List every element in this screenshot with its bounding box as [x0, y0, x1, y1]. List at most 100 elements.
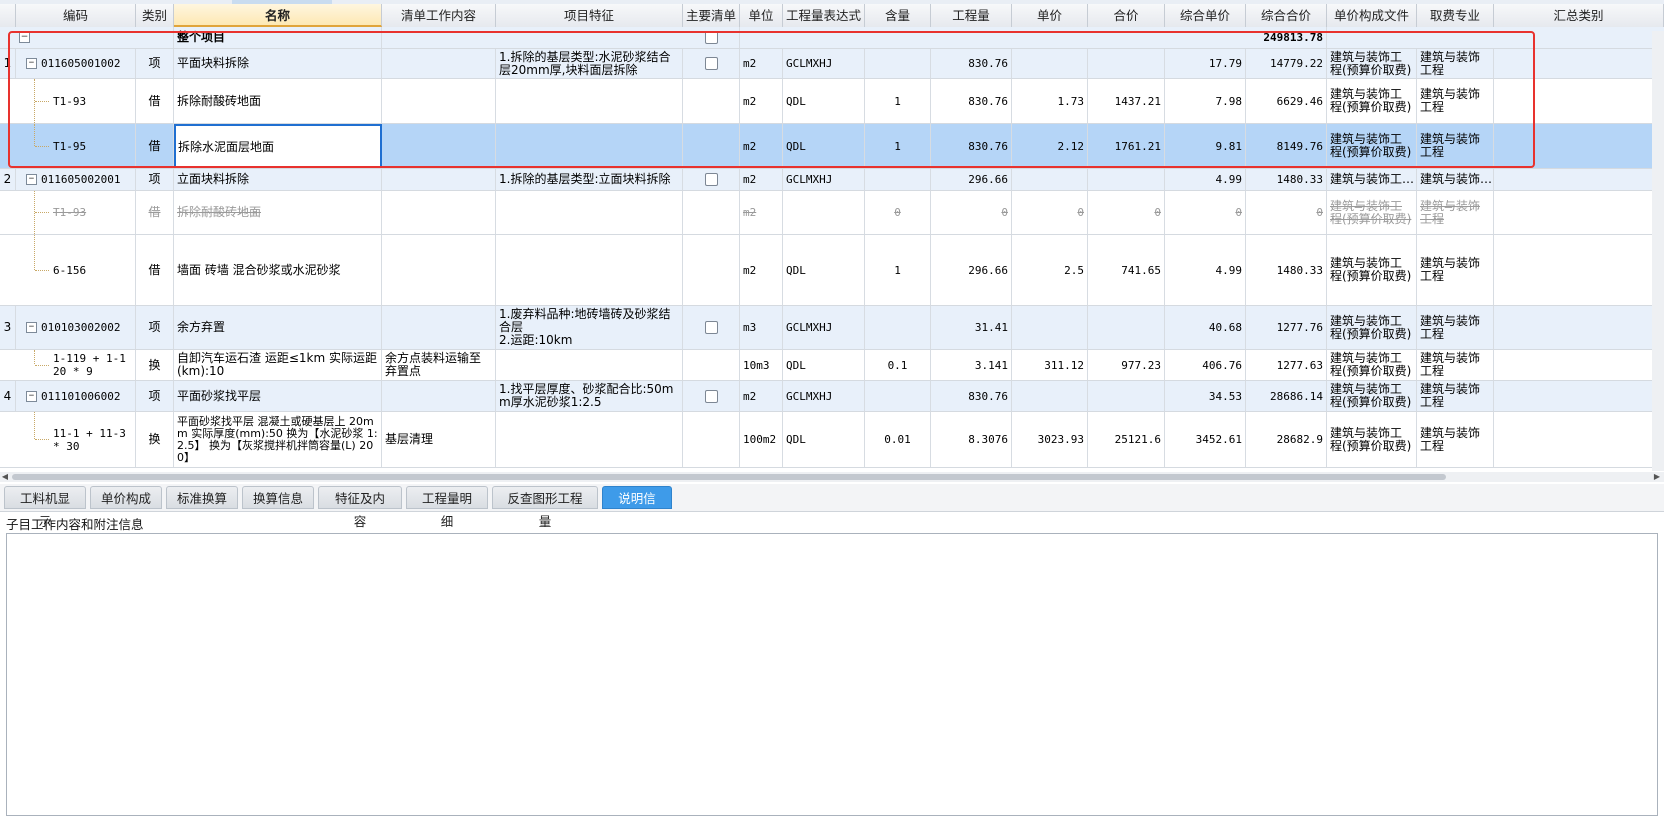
cell-file: 建筑与装饰工程(预算价取费) — [1330, 382, 1412, 409]
tab-standard-conversion[interactable]: 标准换算 — [166, 486, 238, 509]
header-file[interactable]: 单价构成文件 — [1327, 4, 1417, 27]
cell-utotal: 1480.33 — [1246, 235, 1327, 305]
cell-name[interactable]: 平面砂浆找平层 混凝土或硬基层上 20mm 实际厚度(mm):50 换为【水泥砂… — [177, 415, 378, 464]
header-major[interactable]: 取费专业 — [1417, 4, 1494, 27]
cell-code: 011101006002 — [41, 389, 121, 403]
cell-unit: 10m3 — [740, 350, 783, 380]
tab-conversion-info[interactable]: 换算信息 — [242, 486, 314, 509]
collapse-icon[interactable]: − — [26, 322, 37, 333]
collapse-icon[interactable]: − — [26, 58, 37, 69]
header-code[interactable]: 编码 — [16, 4, 136, 27]
main-checkbox[interactable] — [704, 173, 718, 186]
cell-type: 换 — [136, 412, 174, 467]
table-row[interactable]: 1-119 + 1-120 * 9 换 自卸汽车运石渣 运距≤1km 实际运距(… — [0, 350, 1664, 381]
header-work[interactable]: 清单工作内容 — [382, 4, 496, 27]
horizontal-scrollbar[interactable]: ◀ ▶ — [0, 472, 1664, 482]
header-expr[interactable]: 工程量表达式 — [783, 4, 865, 27]
cell-major: 建筑与装饰工程 — [1420, 313, 1481, 341]
row-index: 3 — [0, 306, 16, 349]
cell-utotal: 28686.14 — [1246, 381, 1327, 411]
table-row[interactable]: 11-1 + 11-3 * 30 换 平面砂浆找平层 混凝土或硬基层上 20mm… — [0, 412, 1664, 468]
header-feature[interactable]: 项目特征 — [496, 4, 683, 27]
table-row[interactable]: T1-93 借 拆除耐酸砖地面 m2 QDL 1 830.76 1.73 143… — [0, 79, 1664, 124]
table-row[interactable]: 2 −011605002001 项 立面块料拆除 1.拆除的基层类型:立面块料拆… — [0, 169, 1664, 191]
cell-name[interactable]: 立面块料拆除 — [174, 169, 382, 190]
table-row[interactable]: 3 −010103002002 项 余方弃置 1.废弃料品种:地砖墙砖及砂浆结合… — [0, 306, 1664, 350]
header-type[interactable]: 类别 — [136, 4, 174, 27]
cell-name[interactable]: 平面块料拆除 — [174, 49, 382, 78]
cell-code: T1-95 — [53, 139, 87, 153]
cell-file: 建筑与装饰工程(预算价取费) — [1330, 256, 1412, 283]
cell-code: 010103002002 — [41, 321, 121, 334]
scroll-left-icon[interactable]: ◀ — [0, 472, 10, 482]
table-row-disabled[interactable]: T1-93 借 拆除耐酸砖地面 m2 0 0 0 0 0 0 建筑与装饰工程(预… — [0, 191, 1664, 235]
name-edit-field[interactable]: 拆除水泥面层地面 — [174, 124, 382, 168]
cell-uprice: 40.68 — [1165, 306, 1246, 349]
header-summary[interactable]: 汇总类别 — [1494, 4, 1664, 27]
collapse-icon[interactable]: − — [19, 32, 30, 43]
cell-name[interactable]: 墙面 砖墙 混合砂浆或水泥砂浆 — [174, 235, 382, 305]
cell-utotal: 28682.9 — [1246, 412, 1327, 467]
header-name[interactable]: 名称 — [174, 4, 382, 27]
cell-feature: 1.找平层厚度、砂浆配合比:50mm厚水泥砂浆1:2.5 — [499, 382, 674, 409]
cell-type: 项 — [136, 306, 174, 349]
tab-description-info[interactable]: 说明信息 — [602, 486, 672, 529]
cell-price: 1.73 — [1012, 79, 1088, 123]
header-unit[interactable]: 单位 — [740, 4, 783, 27]
main-checkbox[interactable] — [704, 321, 718, 334]
cell-name[interactable]: 拆除耐酸砖地面 — [174, 79, 382, 123]
tab-labor-material-machine[interactable]: 工料机显示 — [4, 486, 86, 529]
tab-features-content[interactable]: 特征及内容 — [318, 486, 402, 529]
cell-content: 0.1 — [865, 350, 931, 380]
collapse-icon[interactable]: − — [26, 390, 37, 402]
cell-code: 1-119 + 1-120 * 9 — [53, 352, 126, 378]
header-content[interactable]: 含量 — [865, 4, 931, 27]
cell-type: 借 — [136, 191, 174, 234]
header-uprice[interactable]: 综合单价 — [1165, 4, 1246, 27]
cell-feature: 1.废弃料品种:地砖墙砖及砂浆结合层 2.运距:10km — [499, 307, 671, 347]
cell-unit: m2 — [740, 191, 783, 234]
header-price[interactable]: 单价 — [1012, 4, 1088, 27]
tab-unit-price-composition[interactable]: 单价构成 — [90, 486, 162, 509]
header-qty[interactable]: 工程量 — [931, 4, 1012, 27]
collapse-icon[interactable]: − — [26, 174, 37, 185]
tab-reverse-lookup[interactable]: 反查图形工程量 — [492, 486, 598, 529]
cell-price: 2.12 — [1012, 124, 1088, 168]
table-row[interactable]: 4 −011101006002 项 平面砂浆找平层 1.找平层厚度、砂浆配合比:… — [0, 381, 1664, 412]
vertical-scrollbar[interactable] — [1652, 31, 1664, 471]
cell-name[interactable]: 自卸汽车运石渣 运距≤1km 实际运距(km):10 — [177, 352, 378, 378]
cell-name[interactable]: 拆除耐酸砖地面 — [174, 191, 382, 234]
main-checkbox[interactable] — [704, 57, 718, 70]
table-row-selected[interactable]: T1-95 借 拆除水泥面层地面 m2 QDL 1 830.76 2.12 17… — [0, 124, 1664, 169]
cell-qty: 3.141 — [931, 350, 1012, 380]
header-index — [0, 4, 16, 27]
cell-file: 建筑与装饰工程(预算价取费) — [1330, 87, 1412, 114]
header-total[interactable]: 合价 — [1088, 4, 1165, 27]
cell-file: 建筑与装饰工程(预算价取费) — [1330, 198, 1412, 226]
tab-quantity-detail[interactable]: 工程量明细 — [406, 486, 488, 529]
table-row-total[interactable]: − 整个项目 249813.78 — [0, 27, 1664, 49]
table-row[interactable]: 6-156 借 墙面 砖墙 混合砂浆或水泥砂浆 m2 QDL 1 296.66 … — [0, 235, 1664, 306]
cell-major: 建筑与装饰工程 — [1420, 351, 1481, 378]
cell-content: 0.01 — [865, 412, 931, 467]
header-utotal[interactable]: 综合合价 — [1246, 4, 1327, 27]
cell-name[interactable]: 平面砂浆找平层 — [174, 381, 382, 411]
cell-code: 011605001002 — [41, 57, 121, 70]
cell-qty: 830.76 — [931, 79, 1012, 123]
cell-type: 借 — [136, 235, 174, 305]
cell-code: T1-93 — [53, 206, 87, 219]
cell-major: 建筑与装饰工程 — [1420, 256, 1481, 283]
cell-content: 0 — [865, 191, 931, 234]
cell-type: 借 — [136, 124, 174, 168]
header-main[interactable]: 主要清单 — [683, 4, 740, 27]
cell-utotal: 14779.22 — [1246, 49, 1327, 78]
info-textarea[interactable] — [6, 533, 1658, 816]
main-checkbox[interactable] — [704, 389, 718, 403]
table-row[interactable]: 1 −011605001002 项 平面块料拆除 1.拆除的基层类型:水泥砂浆结… — [0, 49, 1664, 79]
cell-utotal: 6629.46 — [1246, 79, 1327, 123]
cell-name[interactable]: 余方弃置 — [174, 306, 382, 349]
cell-qty: 830.76 — [931, 381, 1012, 411]
scroll-right-icon[interactable]: ▶ — [1652, 472, 1662, 482]
scroll-thumb[interactable] — [12, 474, 1446, 480]
main-checkbox[interactable] — [704, 31, 718, 44]
